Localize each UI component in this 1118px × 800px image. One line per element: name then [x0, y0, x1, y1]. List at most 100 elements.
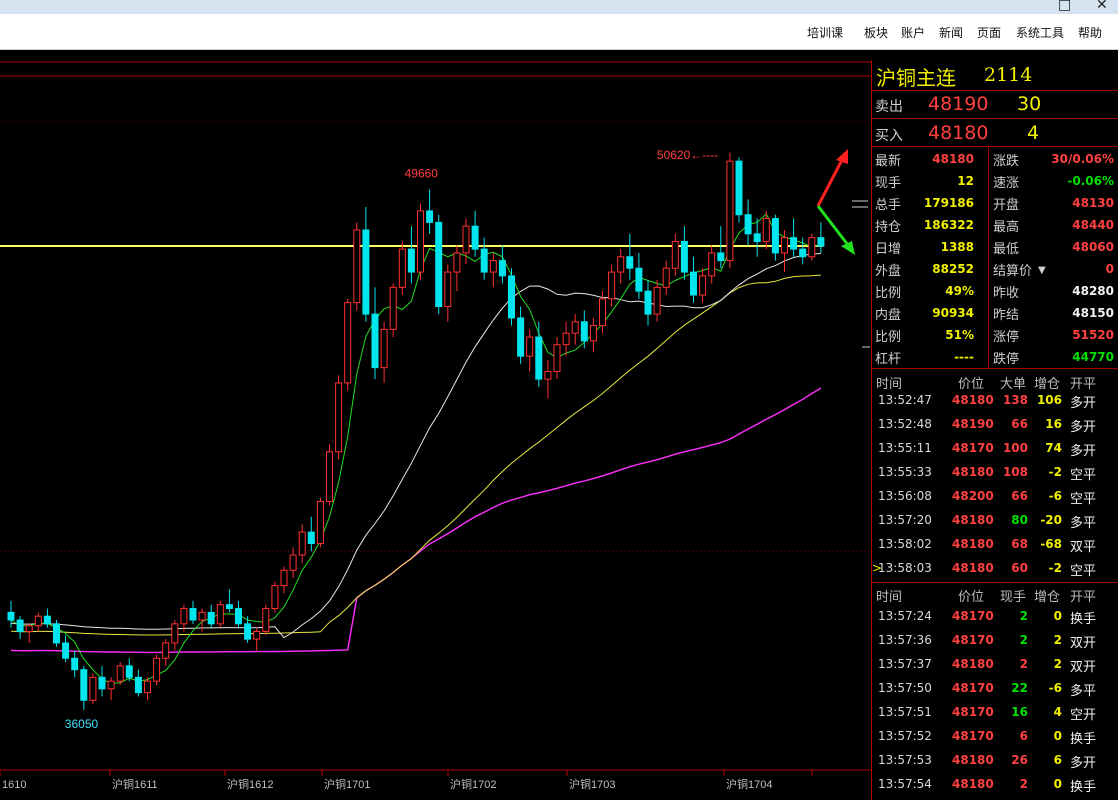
menu-system-tools[interactable]: 系统工具: [1016, 24, 1064, 41]
trade-oi: 74: [1045, 441, 1062, 455]
candle-body: [535, 336, 543, 380]
candle-body: [489, 260, 497, 273]
divider: [872, 146, 1118, 147]
candle-body: [744, 214, 752, 235]
trade-type: 空平: [1070, 468, 1097, 483]
stat-label: 最新: [875, 154, 902, 169]
tick-row[interactable]: 13:57:54 48180 2 0 换手: [872, 773, 1118, 797]
kline-chart[interactable]: 50620←---- 49660 36050 1610 沪铜1611 沪铜1612 沪铜1…: [0, 60, 871, 800]
candle-body: [553, 344, 561, 372]
tick-time: 13:57:54: [878, 777, 932, 791]
tick-row[interactable]: 13:57:50 48170 22 -6 多平: [872, 677, 1118, 701]
candle-body: [781, 237, 788, 254]
stat-value: 48280: [1072, 284, 1114, 298]
big-trade-row[interactable]: 13:55:11 48170 100 74 多开: [872, 437, 1118, 461]
stat-value: 48060: [1072, 240, 1114, 254]
menu-training[interactable]: 培训课: [807, 24, 843, 41]
candle-body: [89, 676, 97, 701]
trade-oi: 106: [1036, 393, 1062, 407]
candle-body: [635, 267, 643, 292]
trade-size: 60: [1011, 561, 1028, 575]
candle-body: [653, 286, 661, 315]
stat-label: 持仓: [875, 220, 902, 235]
big-trade-row[interactable]: 13:58:02 48180 68 -68 双平: [872, 533, 1118, 557]
tick-oi: 0: [1053, 609, 1062, 623]
big-trade-row[interactable]: 13:52:47 48180 138 106 多开: [872, 389, 1118, 413]
tick-volume: 6: [1019, 729, 1028, 743]
trade-price: 48200: [952, 489, 994, 503]
candle-body: [271, 585, 279, 610]
candle-body: [617, 256, 625, 273]
divider: [872, 90, 1118, 91]
menu-page[interactable]: 页面: [977, 24, 1001, 41]
candle-body: [398, 248, 406, 288]
trade-time: 13:58:02: [878, 537, 932, 551]
candle-body: [762, 218, 770, 242]
candle-body: [726, 160, 734, 262]
candle-body: [116, 665, 124, 682]
menu-news[interactable]: 新闻: [939, 24, 963, 41]
big-trade-row[interactable]: >13:58:03 48180 60 -2 空平: [872, 557, 1118, 581]
stat-label: 外盘: [875, 264, 902, 279]
stat-value: 51%: [945, 328, 974, 342]
tick-type: 双开: [1070, 636, 1097, 651]
menu-account[interactable]: 账户: [901, 24, 925, 41]
trade-type: 多开: [1070, 444, 1097, 459]
candle-body: [43, 615, 51, 625]
quote-panel: 沪铜主连 2114 卖出 48190 30 买入 48180 4 最新 48180…: [871, 60, 1118, 800]
trade-size: 66: [1011, 417, 1028, 431]
tick-volume: 2: [1019, 657, 1028, 671]
ask-volume: 30: [1017, 93, 1042, 115]
tick-volume: 26: [1011, 753, 1028, 767]
candle-body: [417, 210, 424, 273]
candle-body: [799, 248, 807, 258]
tick-row[interactable]: 13:57:52 48170 6 0 换手: [872, 725, 1118, 749]
tick-time: 13:57:36: [878, 633, 932, 647]
candle-body: [471, 225, 479, 250]
candle-body: [344, 302, 352, 384]
menu-help[interactable]: 帮助: [1078, 24, 1102, 41]
candle-body: [498, 260, 506, 277]
candle-body: [817, 237, 825, 247]
trade-size: 108: [1002, 465, 1028, 479]
tick-row[interactable]: 13:57:36 48170 2 2 双开: [872, 629, 1118, 653]
trade-time: 13:52:48: [878, 417, 932, 431]
candle-body: [580, 321, 588, 342]
trade-price: 48190: [952, 417, 994, 431]
tick-row[interactable]: 13:57:24 48170 2 0 换手: [872, 605, 1118, 629]
menu-sector[interactable]: 板块: [864, 24, 888, 41]
stat-value: 90934: [932, 306, 974, 320]
candle-body: [253, 630, 261, 640]
tick-row[interactable]: 13:57:51 48170 16 4 空开: [872, 701, 1118, 725]
candle-body: [71, 657, 79, 671]
settlement-dropdown-icon[interactable]: ▼: [1038, 265, 1046, 276]
candle-body: [562, 332, 570, 346]
tick-row[interactable]: 13:57:37 48180 2 2 双开: [872, 653, 1118, 677]
tick-volume: 2: [1019, 633, 1028, 647]
stat-label: 杠杆: [875, 352, 902, 367]
big-trade-row[interactable]: 13:55:33 48180 108 -2 空平: [872, 461, 1118, 485]
stat-value: 48440: [1072, 218, 1114, 232]
candle-body: [289, 554, 297, 571]
tick-price: 48170: [952, 633, 994, 647]
stat-label: 开盘: [993, 198, 1020, 213]
tick-row[interactable]: 13:57:53 48180 26 6 多开: [872, 749, 1118, 773]
candle-body: [16, 619, 24, 632]
tick-oi: 2: [1053, 657, 1062, 671]
candle-body: [544, 370, 552, 380]
candle-body: [608, 271, 616, 300]
stat-value: -0.06%: [1067, 174, 1114, 188]
stat-value: 88252: [932, 262, 974, 276]
col-oi-change: 增仓: [1034, 590, 1061, 605]
tick-volume: 2: [1019, 777, 1028, 791]
tick-volume: 2: [1019, 609, 1028, 623]
big-trade-row[interactable]: 13:57:20 48180 80 -20 多平: [872, 509, 1118, 533]
big-trade-row[interactable]: 13:56:08 48200 66 -6 空平: [872, 485, 1118, 509]
trade-size: 66: [1011, 489, 1028, 503]
big-trade-row[interactable]: 13:52:48 48190 66 16 多开: [872, 413, 1118, 437]
stat-label: 比例: [875, 330, 902, 345]
tick-oi: 0: [1053, 777, 1062, 791]
close-window-icon[interactable]: ✕: [1096, 0, 1108, 13]
candle-body: [235, 608, 242, 625]
restore-window-icon[interactable]: □: [1058, 0, 1071, 13]
